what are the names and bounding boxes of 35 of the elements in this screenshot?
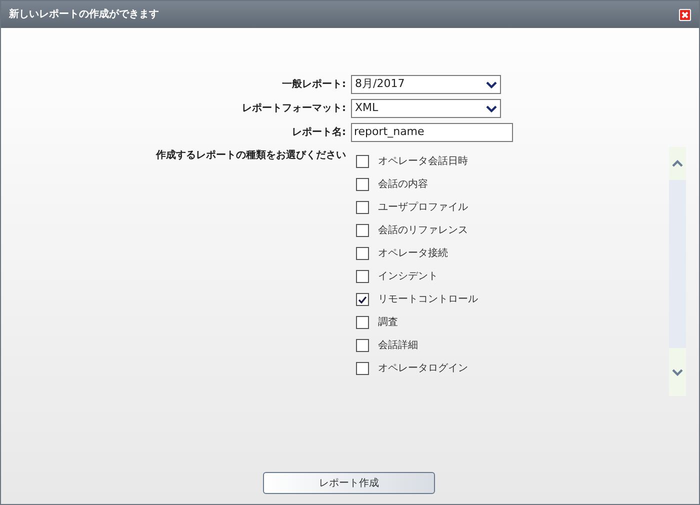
checkbox[interactable] xyxy=(356,155,369,168)
checkbox-label: オペレータ会話日時 xyxy=(378,154,468,169)
checkbox[interactable] xyxy=(356,293,369,306)
dropdown[interactable]: XML xyxy=(351,99,501,118)
checkbox[interactable] xyxy=(356,362,369,375)
scroll-down-icon[interactable] xyxy=(669,348,686,396)
field-label: レポート名: xyxy=(292,126,346,140)
dropdown-caret-icon xyxy=(486,104,497,112)
checkbox-label: オペレータログイン xyxy=(378,362,468,376)
scroll-up-icon[interactable] xyxy=(669,147,686,180)
checkbox[interactable] xyxy=(356,201,369,214)
window-title: 新しいレポートの作成ができます xyxy=(9,7,159,22)
checkbox-label: 会話詳細 xyxy=(378,338,418,353)
checkbox-label: オペレータ接続 xyxy=(378,246,448,261)
checkbox[interactable] xyxy=(356,178,369,191)
field-label: レポートフォーマット: xyxy=(242,102,346,116)
checkbox[interactable] xyxy=(356,316,369,329)
dropdown-caret-icon xyxy=(486,80,497,88)
section-label: 作成するレポートの種類をお選びください xyxy=(156,148,346,163)
close-icon[interactable] xyxy=(679,8,691,20)
create-report-button[interactable]: レポート作成 xyxy=(263,472,435,494)
checkbox-label: ユーザプロファイル xyxy=(378,200,468,215)
checkbox-label: 会話のリファレンス xyxy=(378,224,468,238)
input-field[interactable]: report_name xyxy=(351,123,513,142)
checkbox-label: 調査 xyxy=(378,316,398,330)
scrollbar[interactable] xyxy=(669,147,686,396)
checkbox-label: インシデント xyxy=(378,270,438,284)
checkbox[interactable] xyxy=(356,339,369,352)
checkbox[interactable] xyxy=(356,247,369,260)
field-label: 一般レポート: xyxy=(282,78,346,92)
dropdown[interactable]: 8月/2017 xyxy=(351,75,501,94)
checkbox-label: 会話の内容 xyxy=(378,178,428,192)
checkbox-label: リモートコントロール xyxy=(378,293,478,307)
checkbox[interactable] xyxy=(356,224,369,237)
checkbox[interactable] xyxy=(356,270,369,283)
